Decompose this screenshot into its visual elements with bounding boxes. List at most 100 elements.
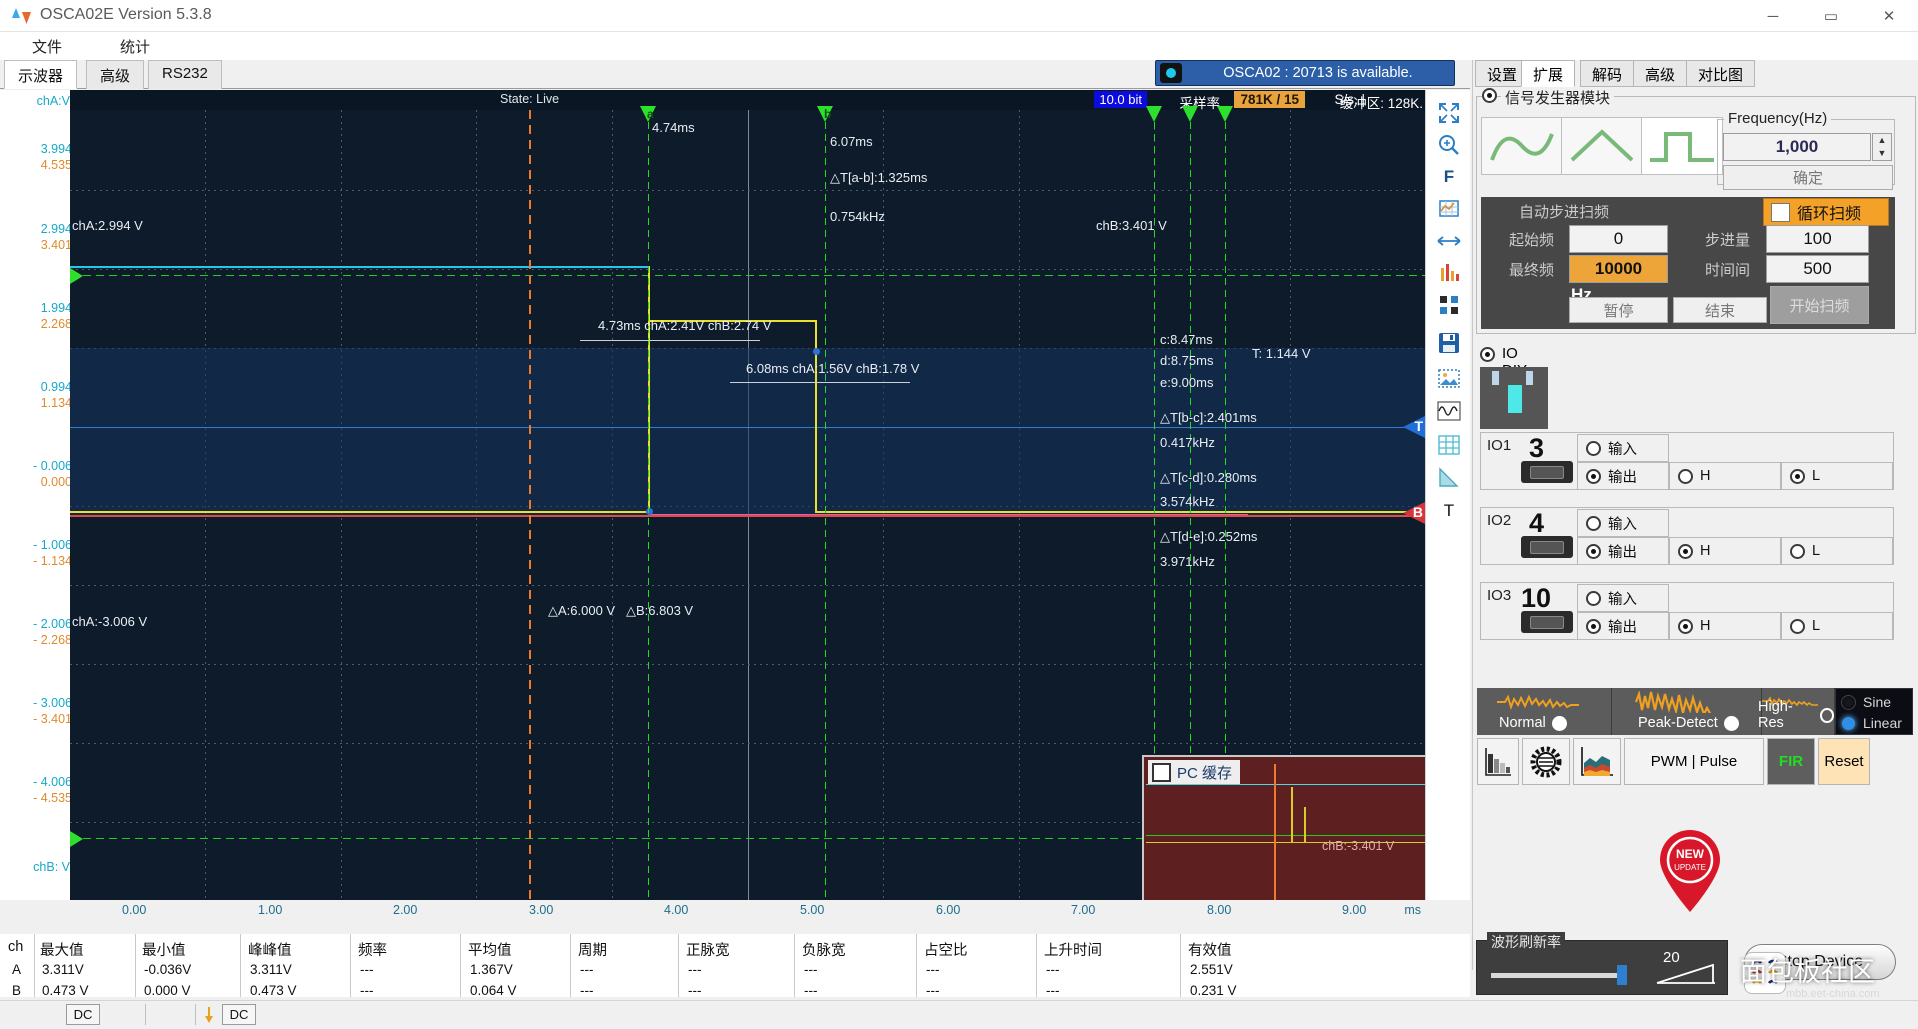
trigger-level-line[interactable]: [70, 427, 1425, 428]
expand-icon[interactable]: [1433, 98, 1465, 128]
step-input[interactable]: 100: [1766, 225, 1869, 253]
interval-input[interactable]: 500: [1766, 255, 1869, 283]
t-button[interactable]: T: [1433, 496, 1465, 526]
io2-high-radio[interactable]: [1678, 544, 1693, 559]
io3-low-radio[interactable]: [1790, 619, 1805, 634]
histogram-icon[interactable]: [1433, 258, 1465, 288]
triangle-icon[interactable]: [1433, 462, 1465, 492]
device-available-banner[interactable]: OSCA02 : 20713 is available.: [1155, 60, 1455, 86]
io1-output-option[interactable]: 输出: [1577, 462, 1669, 490]
rtab-extensions[interactable]: 扩展: [1521, 60, 1575, 87]
waveform-sine-button[interactable]: [1481, 117, 1563, 175]
io2-input-radio[interactable]: [1586, 516, 1601, 531]
bars-chart-icon[interactable]: [1477, 738, 1519, 785]
cha-upper-handle[interactable]: [70, 268, 83, 284]
tab-oscilloscope[interactable]: 示波器: [4, 60, 77, 89]
trigger-position-cursor[interactable]: [529, 110, 531, 900]
frequency-input[interactable]: 1,000: [1723, 133, 1871, 161]
f-button[interactable]: F: [1433, 162, 1465, 192]
io1-input-radio[interactable]: [1586, 441, 1601, 456]
menu-file[interactable]: 文件: [32, 36, 62, 57]
minimize-button[interactable]: ─: [1744, 0, 1802, 32]
close-button[interactable]: ✕: [1860, 0, 1918, 32]
iodiy-radio[interactable]: [1480, 347, 1495, 362]
end-freq-input[interactable]: 10000: [1569, 255, 1668, 283]
zoom-icon[interactable]: [1433, 130, 1465, 160]
pause-button[interactable]: 暂停: [1569, 297, 1668, 323]
mode-normal[interactable]: Normal: [1477, 688, 1612, 735]
chb-reference-line[interactable]: [70, 515, 1425, 517]
waveform-square-button[interactable]: [1641, 117, 1723, 175]
table-icon[interactable]: [1433, 430, 1465, 460]
stop-button[interactable]: 结束: [1673, 297, 1767, 323]
image-icon[interactable]: [1433, 364, 1465, 394]
tab-rs232[interactable]: RS232: [148, 60, 222, 89]
status-dc-right[interactable]: DC: [222, 1004, 256, 1025]
mode-peak-radio[interactable]: [1724, 716, 1739, 731]
io1-high-option[interactable]: H: [1669, 462, 1781, 490]
area-chart-icon[interactable]: [1573, 738, 1621, 785]
loop-sweep-checkbox[interactable]: [1771, 203, 1790, 222]
waveform-plot[interactable]: State: Live 10.0 bit 采样率 781K / 15 S/s. …: [70, 90, 1425, 900]
frequency-stepper[interactable]: ▲ ▼: [1872, 133, 1892, 161]
maximize-button[interactable]: ▭: [1802, 0, 1860, 32]
io1-input-option[interactable]: 输入: [1577, 434, 1669, 462]
marker-d-handle[interactable]: [1182, 106, 1198, 122]
io3-high-radio[interactable]: [1678, 619, 1693, 634]
status-dc-left[interactable]: DC: [66, 1004, 100, 1025]
mode-peak-detect[interactable]: Peak-Detect: [1612, 688, 1762, 735]
io3-output-radio[interactable]: [1586, 619, 1601, 634]
horizontal-arrows-icon[interactable]: [1433, 226, 1465, 256]
pc-buffer-checkbox[interactable]: [1152, 763, 1171, 782]
io3-input-option[interactable]: 输入: [1577, 584, 1669, 612]
menu-statistics[interactable]: 统计: [120, 36, 150, 57]
frequency-confirm-button[interactable]: 确定: [1723, 165, 1893, 190]
cursor-a[interactable]: [648, 110, 649, 900]
io3-input-radio[interactable]: [1586, 591, 1601, 606]
rtab-advanced[interactable]: 高级: [1633, 60, 1687, 87]
mode-normal-radio[interactable]: [1552, 716, 1567, 731]
marker-c-handle[interactable]: [1146, 106, 1162, 122]
measure-point-2[interactable]: [813, 348, 820, 355]
reset-button[interactable]: Reset: [1818, 738, 1870, 785]
io2-low-radio[interactable]: [1790, 544, 1805, 559]
io3-low-option[interactable]: L: [1781, 612, 1893, 640]
marker-e-handle[interactable]: [1217, 106, 1233, 122]
refresh-rate-thumb[interactable]: [1617, 965, 1627, 985]
sweep-linear-radio[interactable]: [1841, 716, 1856, 731]
sweep-linear-option[interactable]: Linear: [1841, 715, 1902, 731]
new-update-badge[interactable]: NEW UPDATE: [1652, 828, 1728, 914]
cha-upper-cursor[interactable]: [70, 275, 1425, 276]
matrix-icon[interactable]: [1433, 290, 1465, 320]
gear-icon[interactable]: [1522, 738, 1570, 785]
io3-output-option[interactable]: 输出: [1577, 612, 1669, 640]
loop-sweep-toggle[interactable]: 循环扫频: [1763, 198, 1889, 226]
io1-high-radio[interactable]: [1678, 469, 1693, 484]
wave-icon[interactable]: [1433, 396, 1465, 426]
fir-button[interactable]: FIR: [1767, 738, 1815, 785]
mode-highres-radio[interactable]: [1820, 708, 1834, 723]
grid-chart-icon[interactable]: [1433, 194, 1465, 224]
pwm-pulse-button[interactable]: PWM | Pulse: [1624, 738, 1764, 785]
signal-generator-radio[interactable]: [1482, 88, 1497, 103]
pc-buffer-header[interactable]: PC 缓存: [1148, 760, 1240, 785]
rtab-decode[interactable]: 解码: [1580, 60, 1634, 87]
waveform-triangle-button[interactable]: [1561, 117, 1643, 175]
cursor-b[interactable]: [825, 110, 826, 900]
refresh-rate-slider[interactable]: [1491, 973, 1618, 978]
rtab-comparison[interactable]: 对比图: [1686, 60, 1755, 87]
save-icon[interactable]: [1433, 328, 1465, 358]
start-sweep-button[interactable]: 开始扫频: [1770, 286, 1869, 324]
io1-low-option[interactable]: L: [1781, 462, 1893, 490]
sweep-sine-option[interactable]: Sine: [1841, 694, 1891, 710]
tab-advanced[interactable]: 高级: [86, 60, 144, 89]
io2-low-option[interactable]: L: [1781, 537, 1893, 565]
io2-input-option[interactable]: 输入: [1577, 509, 1669, 537]
mode-high-res[interactable]: High-Res: [1762, 688, 1835, 735]
io1-low-radio[interactable]: [1790, 469, 1805, 484]
io2-high-option[interactable]: H: [1669, 537, 1781, 565]
io2-output-radio[interactable]: [1586, 544, 1601, 559]
io2-output-option[interactable]: 输出: [1577, 537, 1669, 565]
start-freq-input[interactable]: 0: [1569, 225, 1668, 253]
pc-buffer-overlay[interactable]: PC 缓存 chB:-3.401 V ✓: [1142, 755, 1425, 900]
